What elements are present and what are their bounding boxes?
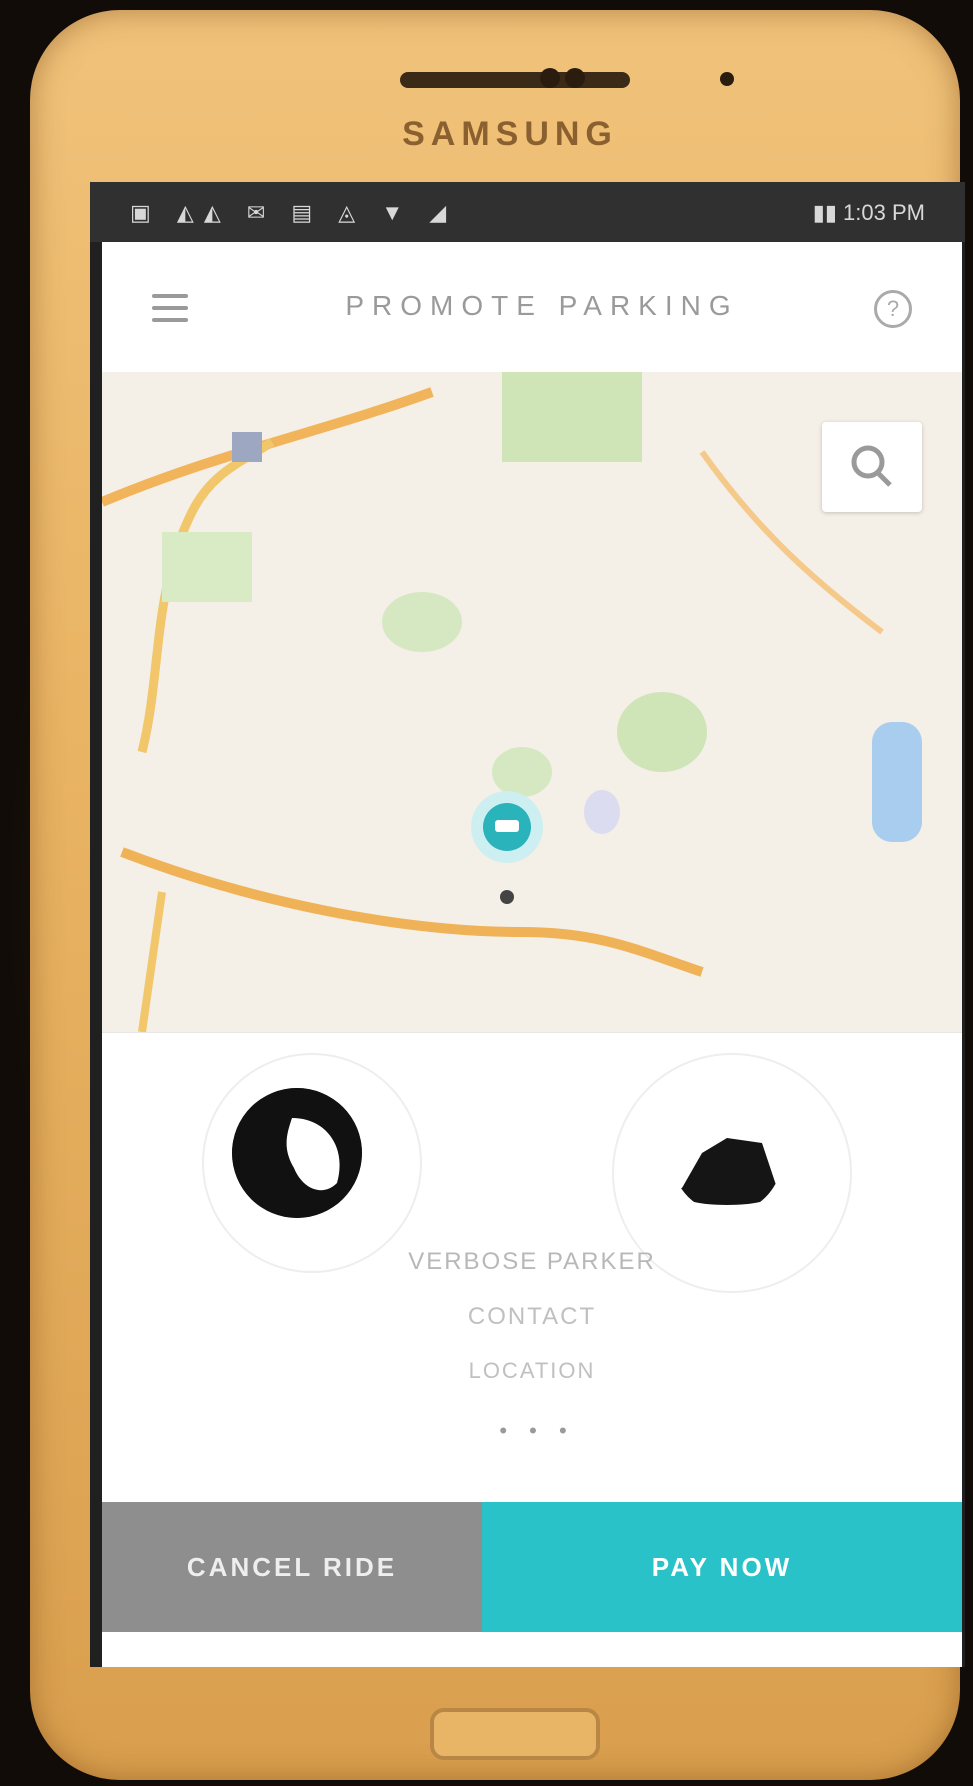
driver-avatar[interactable] [232, 1088, 362, 1218]
pager-dots[interactable]: • • • [497, 1418, 577, 1444]
home-button[interactable] [430, 1708, 600, 1760]
cancel-ride-button[interactable]: CANCEL RIDE [102, 1502, 482, 1632]
front-camera [720, 72, 734, 86]
driver-contact: CONTACT [467, 1303, 597, 1330]
phone-brand: SAMSUNG [402, 115, 618, 153]
app-window: PROMOTE PARKING ? VERBOSE PARKER CONTACT… [102, 242, 962, 1667]
sensor-dot [540, 68, 560, 88]
sensor-dot [565, 68, 585, 88]
driver-name: VERBOSE PARKER [408, 1248, 656, 1275]
vehicle-image [677, 1138, 777, 1205]
page-title: PROMOTE PARKING [345, 290, 739, 321]
help-icon[interactable]: ? [874, 290, 912, 328]
hamburger-icon[interactable] [152, 294, 188, 322]
driver-location: LOCATION [468, 1358, 596, 1383]
phone-body: SAMSUNG ▣ ◭◭ ✉ ▤ ◬ ▼ ◢ ▮▮ 1:03 PM PROMOT… [30, 10, 965, 1780]
status-bar: ▣ ◭◭ ✉ ▤ ◬ ▼ ◢ ▮▮ 1:03 PM [90, 182, 965, 242]
map-search-button[interactable] [822, 422, 922, 512]
pay-now-button[interactable]: PAY NOW [482, 1502, 962, 1632]
earpiece-speaker [400, 72, 630, 88]
map-view[interactable] [102, 372, 962, 1032]
phone-screen: ▣ ◭◭ ✉ ▤ ◬ ▼ ◢ ▮▮ 1:03 PM PROMOTE PARKIN… [90, 182, 965, 1667]
status-icons: ▣ ◭◭ ✉ ▤ ◬ ▼ ◢ [130, 200, 457, 225]
app-bar: PROMOTE PARKING ? [102, 242, 962, 372]
vehicle-avatar[interactable] [672, 1103, 782, 1213]
search-icon [851, 445, 892, 487]
driver-sheet: VERBOSE PARKER CONTACT LOCATION • • • [102, 1032, 962, 1502]
driver-avatar-image [232, 1088, 362, 1218]
status-clock: ▮▮ 1:03 PM [812, 200, 925, 225]
